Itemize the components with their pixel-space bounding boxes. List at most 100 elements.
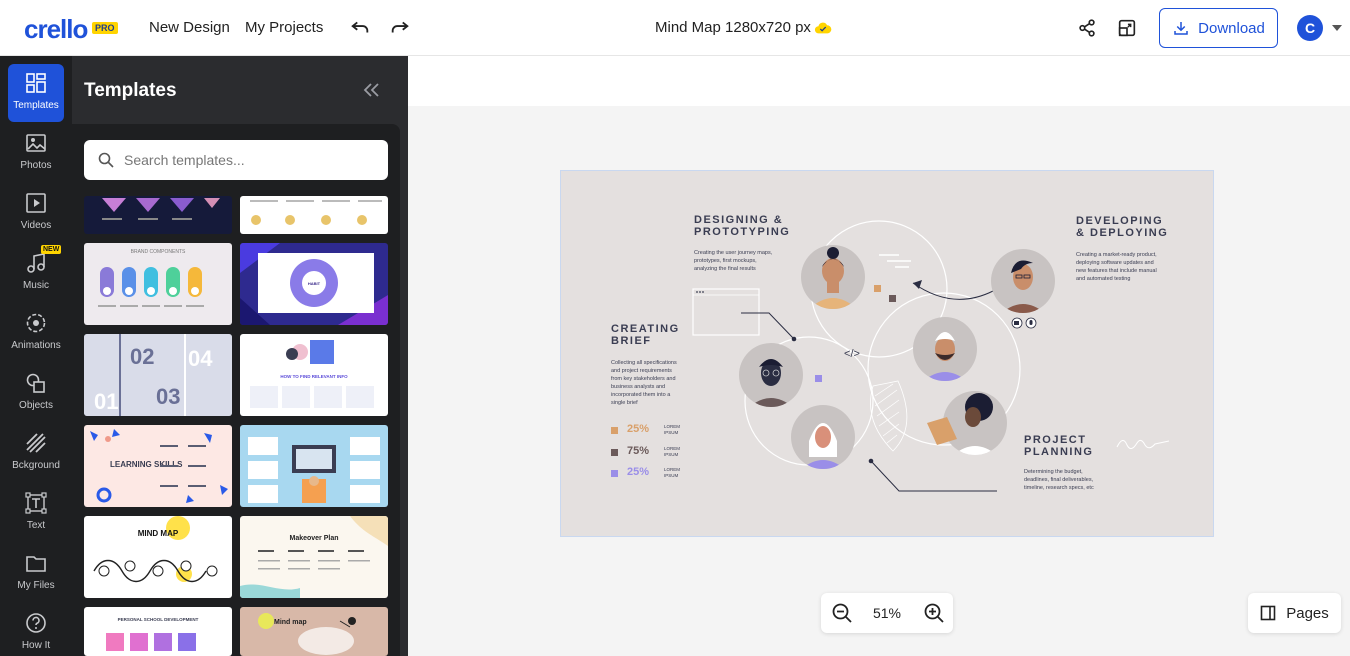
template-thumb-mind-map[interactable]: MIND MAP: [84, 516, 232, 598]
templates-icon: [26, 73, 46, 93]
photos-icon: [26, 134, 46, 152]
download-icon: [1174, 22, 1188, 35]
rail-item-photos[interactable]: Photos: [0, 124, 72, 182]
turban-avatar: [913, 317, 977, 381]
relevant-thumb-title: HOW TO FIND RELEVANT INFO: [280, 374, 348, 379]
mind-map-thumb-title: MIND MAP: [138, 529, 179, 538]
designer-avatar: [801, 245, 865, 309]
planner-avatar-right: [927, 391, 1007, 455]
undo-icon[interactable]: [349, 16, 371, 38]
templates-panel: Templates BRAND COMPONENTS HABIT 0102030…: [72, 56, 408, 656]
new-design-link[interactable]: New Design: [149, 19, 230, 36]
template-thumb-brand-components[interactable]: BRAND COMPONENTS: [84, 243, 232, 325]
developing-body: Creating a market-ready product, deployi…: [1076, 252, 1157, 282]
stat-square-2: [611, 449, 618, 456]
rail-item-music[interactable]: NEW Music: [0, 244, 72, 302]
background-icon: [26, 433, 46, 453]
planning-heading: PROJECT PLANNING: [1024, 434, 1094, 458]
svg-text:HABIT: HABIT: [308, 281, 321, 286]
resize-icon[interactable]: [1116, 17, 1138, 39]
svg-text:01: 01: [94, 389, 118, 414]
template-thumb-icons-list[interactable]: [240, 196, 388, 234]
download-button[interactable]: Download: [1159, 8, 1278, 48]
rail-item-text[interactable]: Text: [0, 484, 72, 542]
objects-icon: [26, 373, 45, 393]
rail-item-my-files[interactable]: My Files: [0, 544, 72, 602]
stat-square-3: [611, 470, 618, 477]
learning-thumb-title: LEARNING SKILLS: [110, 460, 183, 469]
brand-thumb-title: BRAND COMPONENTS: [131, 249, 186, 255]
template-thumb-personal-development[interactable]: PERSONAL SCHOOL DEVELOPMENT: [84, 607, 232, 656]
text-icon: [25, 492, 47, 514]
rail-item-objects[interactable]: Objects: [0, 364, 72, 422]
makeover-thumb-title: Makeover Plan: [289, 535, 338, 542]
template-thumb-laptop-steps[interactable]: [240, 425, 388, 507]
stat-square-1: [611, 427, 618, 434]
template-thumb-dark-triangles[interactable]: [84, 196, 232, 234]
brief-body: Collecting all specifications and projec…: [611, 360, 677, 406]
help-icon: [26, 613, 46, 633]
svg-text:02: 02: [130, 344, 154, 369]
templates-list[interactable]: BRAND COMPONENTS HABIT 01 0203 04 HOW TO F…: [72, 124, 400, 656]
pro-badge: PRO: [92, 22, 118, 34]
user-avatar[interactable]: C: [1297, 15, 1323, 41]
panel-title: Templates: [84, 80, 177, 101]
crello-logo[interactable]: crello: [24, 14, 88, 45]
pages-label: Pages: [1286, 604, 1329, 622]
zoom-out-icon[interactable]: [831, 602, 853, 624]
collapse-panel-icon[interactable]: [362, 82, 380, 98]
svg-text:04: 04: [188, 346, 213, 371]
planner-avatar-left: [791, 405, 855, 469]
workspace-header-strip: [408, 56, 1350, 106]
developing-heading: DEVELOPING & DEPLOYING: [1076, 215, 1169, 239]
cloud-saved-icon: [814, 22, 832, 34]
left-rail: Templates Photos Videos NEW Music Animat…: [0, 56, 72, 656]
template-thumb-relevant-info[interactable]: HOW TO FIND RELEVANT INFO: [240, 334, 388, 416]
top-bar: crello PRO New Design My Projects Mind M…: [0, 0, 1350, 56]
zoom-in-icon[interactable]: [923, 602, 945, 624]
videos-icon: [26, 193, 46, 213]
rail-item-videos[interactable]: Videos: [0, 184, 72, 242]
designing-heading: DESIGNING & PROTOTYPING: [694, 214, 791, 238]
new-badge: NEW: [41, 245, 62, 254]
template-thumb-numbered-steps[interactable]: 01 02 03 04: [84, 334, 232, 416]
artboard[interactable]: </> DESIGNING & PROTOTYPING Creating the…: [560, 170, 1214, 537]
pages-button[interactable]: Pages: [1248, 593, 1341, 633]
chevron-down-icon[interactable]: [1332, 25, 1342, 31]
canvas-workspace[interactable]: </> DESIGNING & PROTOTYPING Creating the…: [408, 56, 1350, 656]
stat-note-1: LOREM IPSUM: [664, 424, 681, 435]
share-icon[interactable]: [1076, 17, 1098, 39]
pages-icon: [1260, 605, 1276, 621]
brief-avatar: [739, 343, 803, 407]
brief-heading: CREATING BRIEF: [611, 323, 680, 347]
stat-value-3: 25%: [627, 466, 650, 478]
zoom-control: 51%: [821, 593, 953, 633]
rail-item-how-it[interactable]: How It: [0, 604, 72, 656]
template-thumb-mind-map-2[interactable]: Mind map: [240, 607, 388, 656]
stat-value-1: 25%: [627, 423, 650, 435]
zoom-level[interactable]: 51%: [865, 605, 909, 621]
stat-note-3: LOREM IPSUM: [664, 467, 681, 478]
developer-avatar: [991, 249, 1055, 313]
music-icon: [27, 253, 45, 273]
redo-icon[interactable]: [389, 16, 411, 38]
stat-note-2: LOREM IPSUM: [664, 446, 681, 457]
rail-item-background[interactable]: Bckground: [0, 424, 72, 482]
my-projects-link[interactable]: My Projects: [245, 19, 323, 36]
designing-body: Creating the user journey maps, prototyp…: [694, 250, 773, 272]
svg-text:03: 03: [156, 384, 180, 409]
personal-thumb-title: PERSONAL SCHOOL DEVELOPMENT: [118, 617, 199, 622]
rail-item-animations[interactable]: Animations: [0, 304, 72, 362]
download-label: Download: [1198, 19, 1265, 37]
animations-icon: [26, 313, 46, 333]
template-thumb-learning-skills[interactable]: LEARNING SKILLS: [84, 425, 232, 507]
template-thumb-makeover-plan[interactable]: Makeover Plan: [240, 516, 388, 598]
search-input[interactable]: [84, 140, 388, 180]
mindmap2-thumb-title: Mind map: [274, 619, 307, 626]
search-icon: [98, 152, 114, 168]
template-thumb-purple-wheel[interactable]: HABIT: [240, 243, 388, 325]
rail-item-templates[interactable]: Templates: [8, 64, 64, 122]
document-title[interactable]: Mind Map 1280x720 px: [655, 19, 811, 36]
folder-icon: [26, 556, 46, 572]
planning-body: Determining the budget, deadlines, final…: [1024, 469, 1094, 491]
